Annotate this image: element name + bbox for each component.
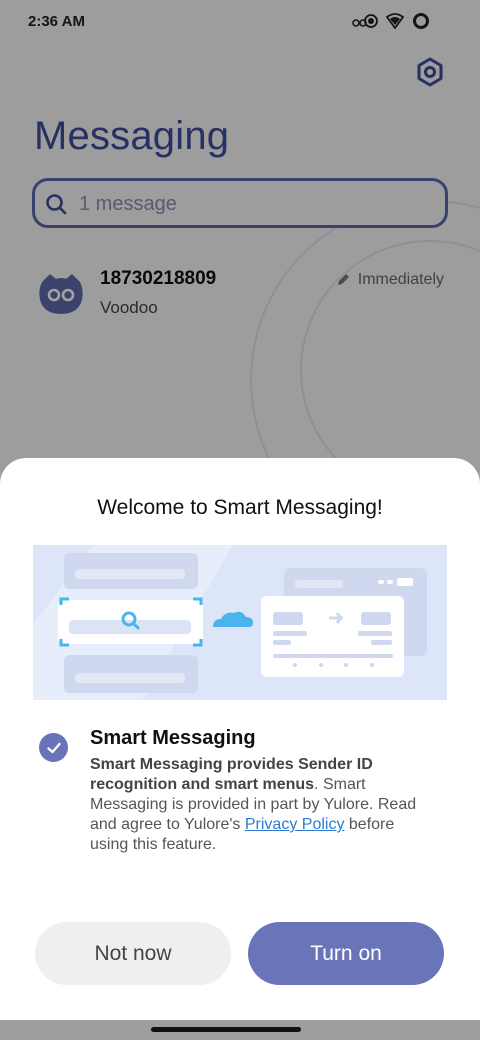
home-indicator[interactable] — [151, 1027, 301, 1032]
smart-messaging-illustration — [33, 545, 447, 700]
dialog-title: Welcome to Smart Messaging! — [97, 496, 383, 519]
option-title: Smart Messaging — [90, 727, 256, 749]
smart-messaging-checkbox[interactable] — [39, 733, 68, 762]
check-icon — [46, 742, 61, 753]
welcome-dialog: Welcome to Smart Messaging! Smart Messag… — [0, 458, 480, 1020]
turn-on-button[interactable]: Turn on — [248, 922, 444, 985]
privacy-policy-link[interactable]: Privacy Policy — [245, 816, 345, 833]
not-now-button[interactable]: Not now — [35, 922, 231, 985]
option-description: Smart Messaging provides Sender ID recog… — [90, 755, 420, 855]
